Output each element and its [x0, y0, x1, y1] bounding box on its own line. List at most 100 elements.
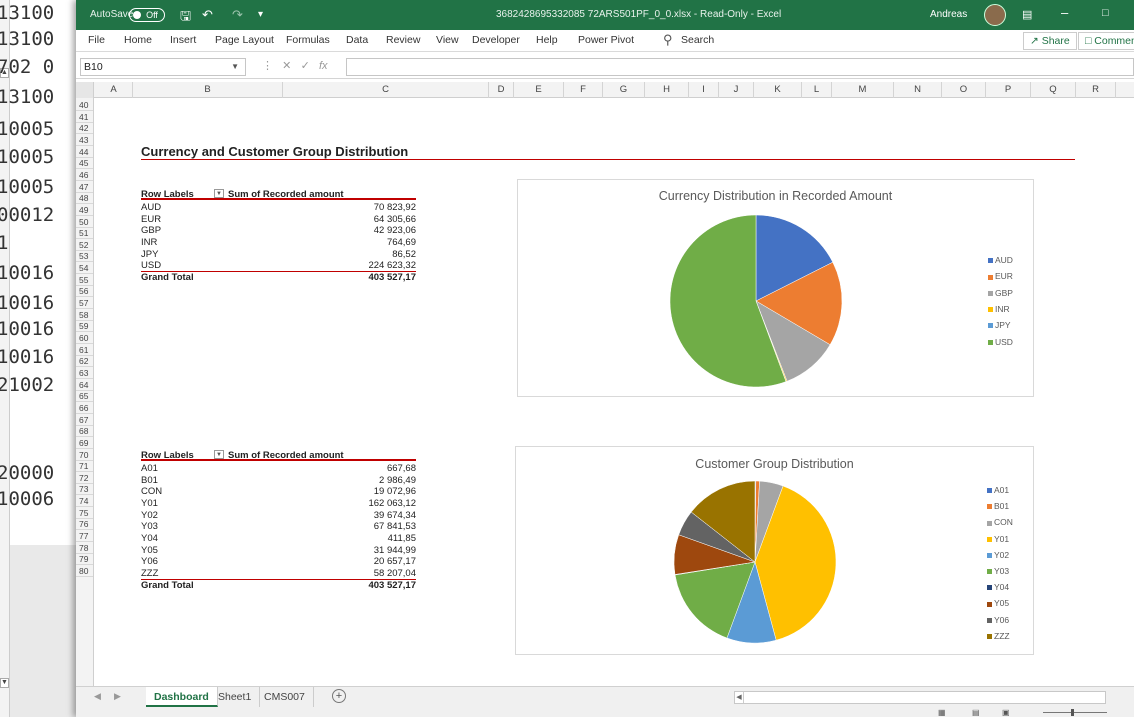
row-header[interactable]: 75 [76, 508, 93, 519]
column-header-e[interactable]: E [514, 82, 564, 98]
row-header[interactable]: 71 [76, 461, 93, 473]
ribbon-tab-review[interactable]: Review [386, 34, 420, 46]
row-header[interactable]: 43 [76, 135, 93, 146]
pivot-row[interactable]: B01 2 986,49 [141, 475, 416, 487]
zoom-slider[interactable] [1043, 712, 1107, 713]
comments-button[interactable]: □ Comments [1078, 32, 1134, 50]
sheet-tab-cms007[interactable]: CMS007 [256, 687, 314, 707]
page-break-view-icon[interactable]: ▣ [1002, 708, 1010, 717]
pivot-row[interactable]: EUR 64 305,66 [141, 214, 416, 226]
row-header[interactable]: 58 [76, 310, 93, 321]
row-header[interactable]: 45 [76, 158, 93, 170]
ribbon-tab-file[interactable]: File [88, 34, 105, 46]
row-header[interactable]: 54 [76, 263, 93, 275]
row-header[interactable]: 47 [76, 182, 93, 193]
pivot-row[interactable]: AUD 70 823,92 [141, 202, 416, 214]
filter-dropdown-icon[interactable]: ▼ [214, 189, 224, 198]
row-header[interactable]: 74 [76, 496, 93, 508]
pivot-row[interactable]: Y04 411,85 [141, 533, 416, 545]
pivot-row[interactable]: Y02 39 674,34 [141, 510, 416, 522]
sum-header[interactable]: Sum of Recorded amount [228, 450, 344, 461]
fx-icon[interactable]: fx [319, 60, 328, 72]
pivot-table-customer-group[interactable]: Row Labels ▼ Sum of Recorded amount A01 6… [141, 450, 416, 625]
column-header-q[interactable]: Q [1031, 82, 1076, 98]
customer-group-pie-chart[interactable]: Customer Group Distribution A01 B01 CON Y01… [515, 446, 1034, 655]
select-all-corner[interactable] [76, 82, 94, 98]
page-layout-view-icon[interactable]: ▤ [972, 708, 980, 717]
row-header[interactable]: 49 [76, 205, 93, 216]
ribbon-tab-home[interactable]: Home [124, 34, 152, 46]
row-header[interactable]: 50 [76, 217, 93, 228]
name-box[interactable]: B10 ▼ [80, 58, 246, 76]
row-header[interactable]: 59 [76, 321, 93, 333]
row-header[interactable]: 40 [76, 100, 93, 111]
column-header-a[interactable]: A [95, 82, 133, 98]
ribbon-display-icon[interactable]: ▤ [1022, 8, 1032, 21]
filter-dropdown-icon[interactable]: ▼ [214, 450, 224, 459]
row-header[interactable]: 44 [76, 147, 93, 158]
pivot-row[interactable]: Y03 67 841,53 [141, 521, 416, 533]
worksheet-grid[interactable]: Currency and Customer Group Distribution… [95, 98, 1134, 686]
row-header[interactable]: 72 [76, 473, 93, 484]
row-header[interactable]: 70 [76, 450, 93, 461]
pivot-row[interactable]: JPY 86,52 [141, 249, 416, 261]
pivot-row[interactable]: GBP 42 923,06 [141, 225, 416, 237]
row-header[interactable]: 52 [76, 240, 93, 251]
ribbon-tab-power-pivot[interactable]: Power Pivot [578, 34, 634, 46]
avatar[interactable] [984, 4, 1006, 26]
ribbon-tab-page-layout[interactable]: Page Layout [215, 34, 274, 46]
redo-icon[interactable]: ↷ [232, 7, 243, 23]
row-header[interactable]: 42 [76, 123, 93, 135]
row-header[interactable]: 41 [76, 112, 93, 123]
zoom-slider-thumb[interactable] [1071, 709, 1074, 716]
pivot-row[interactable]: INR 764,69 [141, 237, 416, 249]
column-header-b[interactable]: B [133, 82, 283, 98]
ribbon-tab-data[interactable]: Data [346, 34, 368, 46]
column-header-k[interactable]: K [754, 82, 802, 98]
formula-input[interactable] [346, 58, 1134, 76]
column-header-l[interactable]: L [802, 82, 832, 98]
row-header[interactable]: 64 [76, 380, 93, 391]
user-name[interactable]: Andreas [930, 9, 967, 20]
pivot-row[interactable]: ZZZ 58 207,04 [141, 568, 416, 580]
row-header[interactable]: 80 [76, 566, 93, 577]
column-header-c[interactable]: C [283, 82, 489, 98]
pivot-row[interactable]: A01 667,68 [141, 463, 416, 475]
prev-sheet-icon[interactable]: ◀ [94, 691, 101, 702]
pivot-row[interactable]: Y06 20 657,17 [141, 556, 416, 568]
search-box[interactable]: Search [681, 34, 714, 46]
pivot-row[interactable]: Y01 162 063,12 [141, 498, 416, 510]
row-labels-header[interactable]: Row Labels [141, 450, 194, 461]
currency-pie-chart[interactable]: Currency Distribution in Recorded Amount… [517, 179, 1034, 397]
row-header[interactable]: 65 [76, 391, 93, 403]
chevron-down-icon[interactable]: ▼ [231, 59, 239, 75]
row-header[interactable]: 66 [76, 403, 93, 414]
column-header-g[interactable]: G [603, 82, 645, 98]
maximize-icon[interactable]: □ [1102, 7, 1109, 19]
row-header[interactable]: 67 [76, 415, 93, 426]
next-sheet-icon[interactable]: ▶ [114, 691, 121, 702]
undo-icon[interactable]: ↶ [202, 7, 213, 23]
row-header[interactable]: 77 [76, 531, 93, 543]
grand-total-row[interactable]: Grand Total 403 527,17 [141, 272, 416, 284]
row-header[interactable]: 78 [76, 543, 93, 554]
row-header[interactable]: 69 [76, 438, 93, 449]
row-header[interactable]: 76 [76, 519, 93, 531]
enter-icon[interactable]: ✓ [301, 60, 310, 72]
column-header-f[interactable]: F [564, 82, 603, 98]
row-labels-header[interactable]: Row Labels [141, 189, 194, 200]
column-header-p[interactable]: P [986, 82, 1031, 98]
sheet-tab-dashboard[interactable]: Dashboard [146, 687, 218, 707]
row-header[interactable]: 53 [76, 251, 93, 263]
grand-total-row[interactable]: Grand Total 403 527,17 [141, 580, 416, 592]
pivot-table-currency[interactable]: Row Labels ▼ Sum of Recorded amount AUD 7… [141, 189, 416, 304]
ribbon-tab-formulas[interactable]: Formulas [286, 34, 330, 46]
row-header[interactable]: 46 [76, 170, 93, 181]
column-header-r[interactable]: R [1076, 82, 1116, 98]
ribbon-tab-help[interactable]: Help [536, 34, 558, 46]
row-header[interactable]: 56 [76, 286, 93, 298]
scroll-left-icon[interactable]: ◀ [735, 692, 744, 703]
more-icon[interactable]: ⋮ [262, 60, 273, 72]
customize-toolbar-icon[interactable]: ▾ [258, 9, 263, 20]
ribbon-tab-insert[interactable]: Insert [170, 34, 196, 46]
